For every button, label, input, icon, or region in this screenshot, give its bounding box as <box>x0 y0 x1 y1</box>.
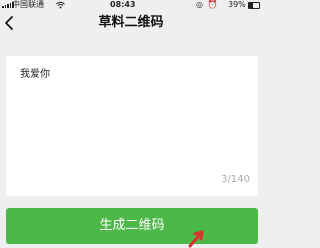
app-screen: 中国联通 08:43 ◎ ⏰ 39% 草料二维码 我爱你 3/140 生成二维码 <box>0 0 262 248</box>
status-time: 08:43 <box>110 0 136 9</box>
page-title: 草料二维码 <box>98 15 164 30</box>
generate-qrcode-button[interactable]: 生成二维码 <box>6 208 258 244</box>
navigation-bar: 草料二维码 <box>0 11 262 35</box>
character-count: 3/140 <box>221 174 250 185</box>
carrier-name: 中国联通 <box>12 0 44 9</box>
battery-icon <box>248 2 260 9</box>
wifi-icon <box>56 1 65 11</box>
text-input-area[interactable]: 我爱你 3/140 <box>6 56 258 196</box>
battery-fill <box>249 3 253 8</box>
status-icons: ◎ ⏰ <box>196 0 219 9</box>
status-bar: 中国联通 08:43 ◎ ⏰ 39% <box>0 0 262 11</box>
red-arrow-icon <box>188 230 204 248</box>
text-input-value[interactable]: 我爱你 <box>20 68 50 82</box>
battery-percent: 39% <box>228 0 246 9</box>
